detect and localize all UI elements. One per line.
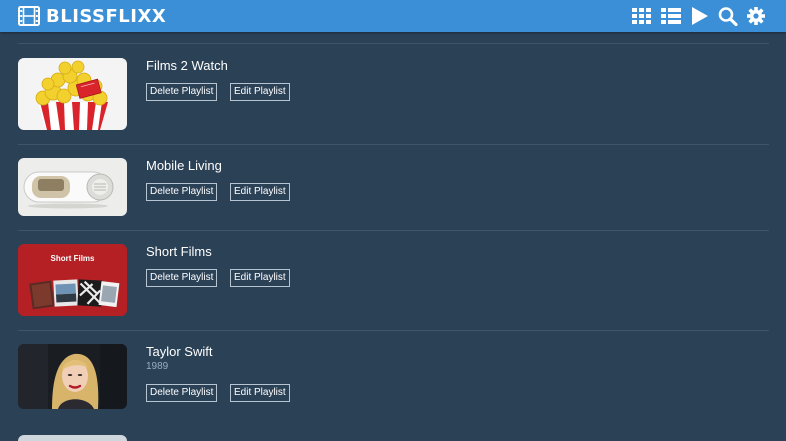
playlist-thumbnail-next[interactable] xyxy=(18,435,127,441)
playlist-subtitle: 1989 xyxy=(146,361,169,372)
divider xyxy=(18,230,769,231)
playlist-title[interactable]: Short Films xyxy=(146,244,212,259)
top-bar: BLISSFLIXX xyxy=(0,0,786,32)
brand[interactable]: BLISSFLIXX xyxy=(18,5,166,27)
play-icon[interactable] xyxy=(689,6,711,26)
divider xyxy=(18,144,769,145)
divider xyxy=(18,43,769,44)
delete-playlist-button[interactable]: Delete Playlist xyxy=(146,384,218,402)
edit-playlist-button[interactable]: Edit Playlist xyxy=(230,83,290,101)
app-title: BLISSFLIXX xyxy=(46,5,167,27)
edit-playlist-button[interactable]: Edit Playlist xyxy=(230,384,290,402)
playlist-thumbnail-popcorn[interactable] xyxy=(18,58,127,130)
delete-playlist-button[interactable]: Delete Playlist xyxy=(146,269,218,287)
film-icon xyxy=(18,6,40,26)
playlist-title[interactable]: Films 2 Watch xyxy=(146,58,228,73)
list-view-icon[interactable] xyxy=(660,6,682,26)
grid-view-icon[interactable] xyxy=(631,6,653,26)
delete-playlist-button[interactable]: Delete Playlist xyxy=(146,183,218,201)
delete-playlist-button[interactable]: Delete Playlist xyxy=(146,83,218,101)
edit-playlist-button[interactable]: Edit Playlist xyxy=(230,269,290,287)
edit-playlist-button[interactable]: Edit Playlist xyxy=(230,183,290,201)
search-icon[interactable] xyxy=(717,6,739,26)
divider xyxy=(18,330,769,331)
playlist-title[interactable]: Mobile Living xyxy=(146,158,222,173)
thumbnail-poster-text: Short Films xyxy=(50,254,95,263)
playlist-title[interactable]: Taylor Swift xyxy=(146,344,212,359)
playlist-thumbnail-taylor-swift[interactable] xyxy=(18,344,127,409)
playlist-thumbnail-mobile-living[interactable] xyxy=(18,158,127,216)
playlist-thumbnail-short-films[interactable]: Short Films xyxy=(18,244,127,316)
gear-icon[interactable] xyxy=(745,6,767,26)
